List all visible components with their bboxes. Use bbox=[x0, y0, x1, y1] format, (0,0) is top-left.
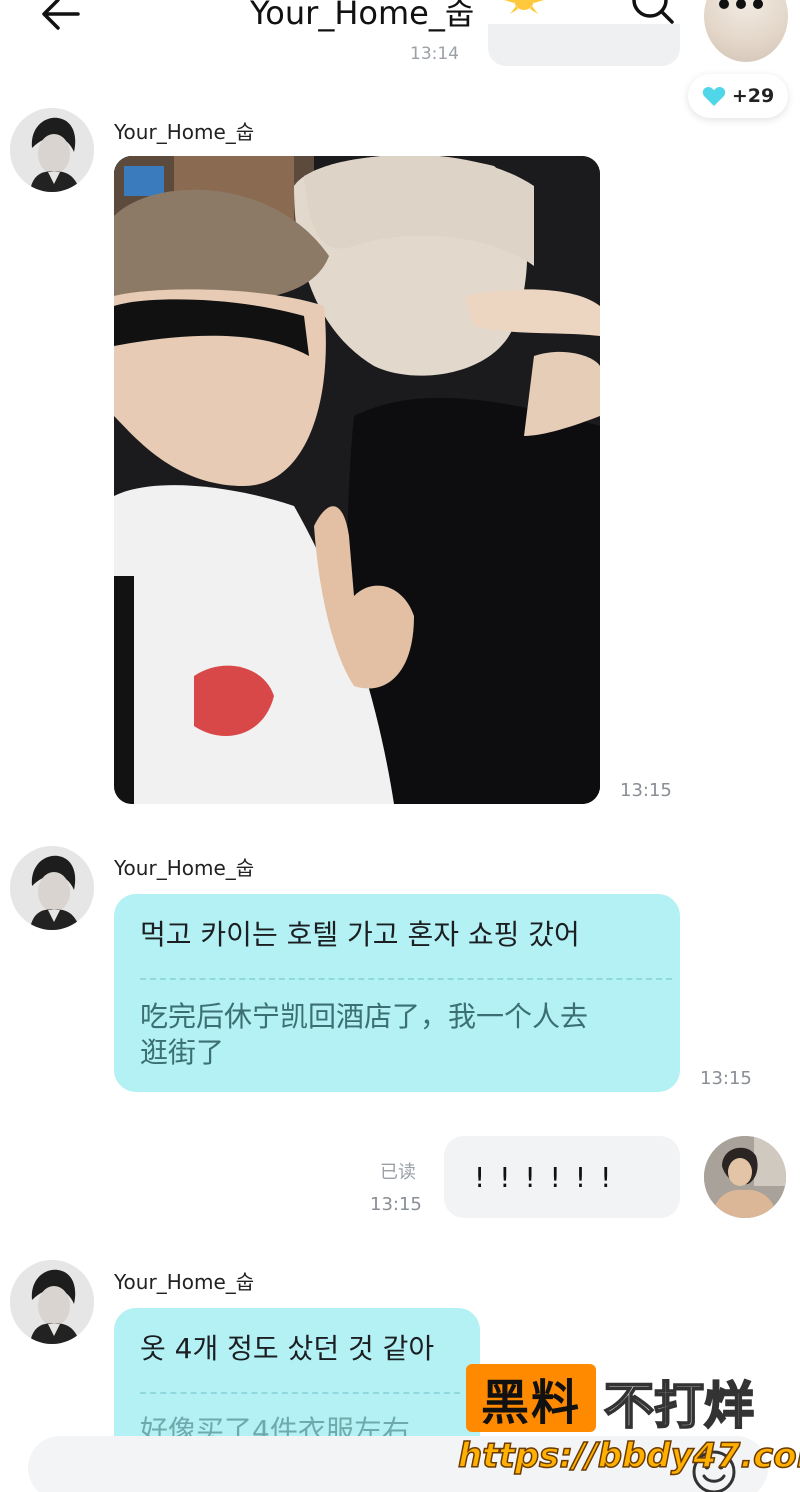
message-time: 13:15 bbox=[700, 1068, 752, 1089]
my-avatar[interactable] bbox=[704, 1136, 786, 1218]
incoming-message-bubble[interactable]: 먹고 카이는 호텔 가고 혼자 쇼핑 갔어 吃完后休宁凯回酒店了，我一个人去 逛… bbox=[114, 894, 680, 1092]
watermark-box-text: 黑料 bbox=[480, 1375, 581, 1431]
message-translation-line: 逛街了 bbox=[140, 1036, 225, 1069]
translation-divider bbox=[140, 978, 672, 980]
hearts-badge[interactable]: +29 bbox=[688, 74, 788, 118]
sender-name: Your_Home_숩 bbox=[114, 856, 255, 880]
sender-avatar[interactable] bbox=[10, 846, 94, 930]
arrow-left-icon[interactable] bbox=[38, 0, 86, 34]
message-original-text: 먹고 카이는 호텔 가고 혼자 쇼핑 갔어 bbox=[140, 918, 580, 951]
read-receipt: 已读 bbox=[380, 1162, 416, 1183]
message-time: 13:15 bbox=[370, 1194, 422, 1215]
heart-icon bbox=[702, 86, 725, 106]
chat-title: Your_Home_숩 bbox=[250, 0, 475, 32]
avatar-photo bbox=[704, 1136, 786, 1218]
message-time: 13:15 bbox=[620, 780, 672, 801]
watermark-logo: 黑料 bbox=[466, 1364, 596, 1432]
chat-header: Your_Home_숩 bbox=[0, 0, 800, 80]
hearts-count: +29 bbox=[731, 85, 775, 107]
previous-message-bubble[interactable] bbox=[488, 24, 680, 66]
watermark-url: https://bbdy47.com bbox=[457, 1435, 800, 1477]
watermark-text: 不打烊 bbox=[603, 1376, 755, 1436]
sender-avatar[interactable] bbox=[10, 108, 94, 192]
photo-selfie-image bbox=[114, 156, 600, 804]
message-original-text: 옷 4개 정도 샀던 것 같아 bbox=[140, 1332, 435, 1365]
sender-name: Your_Home_숩 bbox=[114, 120, 255, 144]
outgoing-message-text: !!!!!! bbox=[474, 1160, 626, 1194]
translation-divider bbox=[140, 1392, 460, 1394]
previous-message-time: 13:14 bbox=[410, 44, 459, 64]
sender-avatar[interactable] bbox=[10, 1260, 94, 1344]
more-dots-icon[interactable] bbox=[714, 0, 768, 18]
shared-photo[interactable] bbox=[114, 156, 600, 804]
avatar-portrait bbox=[10, 1260, 94, 1344]
sun-emoji-icon bbox=[504, 0, 544, 14]
avatar-portrait bbox=[10, 108, 94, 192]
outgoing-message-bubble[interactable]: !!!!!! bbox=[444, 1136, 680, 1218]
sender-name: Your_Home_숩 bbox=[114, 1270, 255, 1294]
message-translation-line: 吃完后休宁凯回酒店了，我一个人去 bbox=[140, 1000, 589, 1033]
avatar-portrait bbox=[10, 846, 94, 930]
